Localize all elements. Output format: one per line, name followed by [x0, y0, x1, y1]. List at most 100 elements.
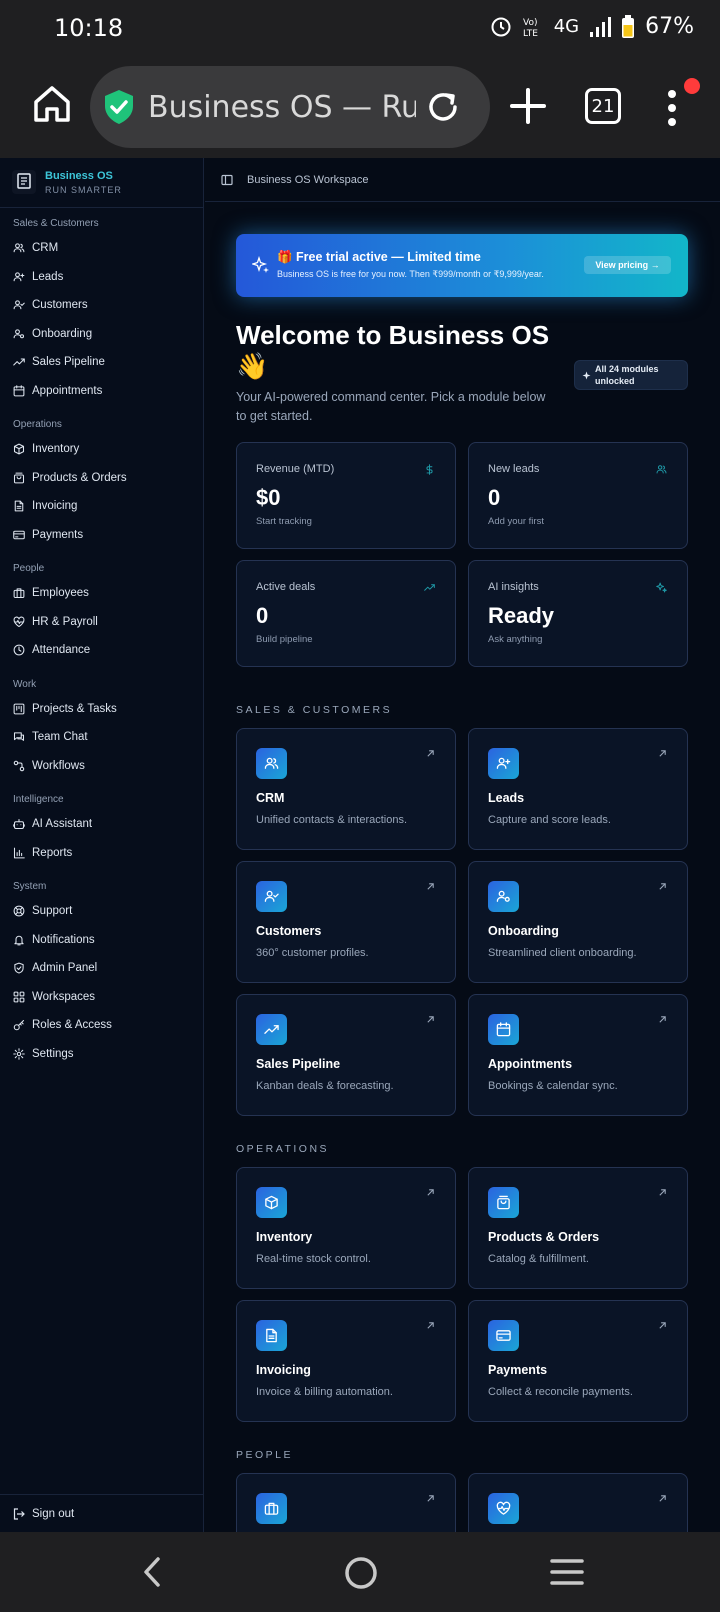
sidebar-item-label: Attendance [32, 644, 91, 657]
sidebar-section-title: People [13, 563, 45, 574]
home-circle-icon[interactable] [344, 1556, 378, 1590]
trial-banner: 🎁 Free trial active — Limited time Busin… [236, 234, 688, 297]
module-title: Appointments [488, 1057, 573, 1071]
module-card-people-0[interactable] [236, 1473, 456, 1532]
sidebar-item-crm[interactable]: CRM [0, 234, 203, 263]
workspace-topbar: Business OS Workspace [205, 158, 720, 202]
hotspot-icon [491, 17, 511, 36]
arrow-up-right-icon [427, 1322, 434, 1329]
sidebar-item-team-chat[interactable]: Team Chat [0, 723, 203, 752]
view-pricing-button[interactable]: View pricing → [584, 256, 671, 274]
page-title-in-url: Business OS — Ru… [148, 89, 416, 125]
sidebar-item-products-and-orders[interactable]: Products & Orders [0, 464, 203, 493]
module-card-invoicing[interactable]: Invoicing Invoice & billing automation. [236, 1300, 456, 1422]
sidebar-item-attendance[interactable]: Attendance [0, 636, 203, 665]
sidebar-item-invoicing[interactable]: Invoicing [0, 492, 203, 521]
sidebar-item-admin-panel[interactable]: Admin Panel [0, 954, 203, 983]
sidebar-item-label: Inventory [32, 443, 80, 456]
module-icon-tile [488, 748, 519, 779]
more-menu-icon[interactable] [664, 86, 680, 130]
module-card-customers[interactable]: Customers 360° customer profiles. [236, 861, 456, 983]
sidebar-item-label: Workspaces [32, 990, 96, 1003]
page-subtitle: Your AI-powered command center. Pick a m… [236, 390, 546, 423]
stat-hint: Ask anything [488, 634, 543, 645]
volte-icon: Vo)LTE [523, 18, 538, 39]
stat-hint: Add your first [488, 516, 544, 527]
sidebar-item-projects-and-tasks[interactable]: Projects & Tasks [0, 695, 203, 724]
sidebar-item-label: Customers [32, 299, 88, 312]
module-title: Products & Orders [488, 1230, 600, 1244]
sidebar-item-customers[interactable]: Customers [0, 291, 203, 320]
sidebar-item-workflows[interactable]: Workflows [0, 752, 203, 781]
module-card-products-and-orders[interactable]: Products & Orders Catalog & fulfillment. [468, 1167, 688, 1289]
sidebar-item-hr-and-payroll[interactable]: HR & Payroll [0, 608, 203, 637]
sidebar-item-workspaces[interactable]: Workspaces [0, 983, 203, 1012]
sidebar-item-label: Leads [32, 270, 64, 283]
module-description: Real-time stock control. [256, 1253, 371, 1265]
module-card-people-1[interactable] [468, 1473, 688, 1532]
sidebar-item-appointments[interactable]: Appointments [0, 377, 203, 406]
shield-icon [14, 962, 24, 974]
module-card-inventory[interactable]: Inventory Real-time stock control. [236, 1167, 456, 1289]
brand[interactable]: Business OS RUN SMARTER [0, 158, 203, 208]
sidebar-item-reports[interactable]: Reports [0, 839, 203, 868]
module-icon-tile [488, 1014, 519, 1045]
module-card-crm[interactable]: CRM Unified contacts & interactions. [236, 728, 456, 850]
sidebar-item-label: Admin Panel [32, 962, 98, 975]
tab-switcher-button[interactable]: 21 [585, 88, 621, 124]
arrow-up-right-icon [659, 1016, 666, 1023]
home-icon[interactable] [30, 82, 74, 126]
module-card-appointments[interactable]: Appointments Bookings & calendar sync. [468, 994, 688, 1116]
grid-icon [13, 991, 25, 1003]
module-icon-tile [256, 1320, 287, 1351]
recents-icon[interactable] [550, 1558, 584, 1586]
module-description: Invoice & billing automation. [256, 1386, 393, 1398]
briefcase-icon [13, 588, 25, 599]
sidebar-item-label: HR & Payroll [32, 615, 98, 628]
sign-out-button[interactable]: Sign out [0, 1494, 204, 1532]
sidebar-item-label: Payments [32, 528, 84, 541]
sidebar-item-notifications[interactable]: Notifications [0, 926, 203, 955]
sidebar-toggle-icon[interactable] [221, 174, 233, 186]
sidebar-item-roles-and-access[interactable]: Roles & Access [0, 1011, 203, 1040]
status-icons: Vo) LTE 4G 67% [490, 14, 694, 39]
stat-card-active-deals[interactable]: Active deals 0 Build pipeline [236, 560, 456, 667]
reload-icon[interactable] [424, 88, 462, 126]
main-content: Business OS Workspace 🎁 Free trial activ… [205, 158, 720, 1532]
stat-hint: Start tracking [256, 516, 312, 527]
sidebar-item-inventory[interactable]: Inventory [0, 435, 203, 464]
sidebar-item-label: AI Assistant [32, 818, 93, 831]
sidebar-item-employees[interactable]: Employees [0, 579, 203, 608]
module-icon-tile [488, 1320, 519, 1351]
file-icon [14, 500, 24, 512]
module-description: Streamlined client onboarding. [488, 947, 637, 959]
sidebar-item-support[interactable]: Support [0, 897, 203, 926]
address-bar[interactable]: Business OS — Ru… [90, 66, 490, 148]
new-tab-icon[interactable] [508, 86, 548, 126]
sidebar-item-sales-pipeline[interactable]: Sales Pipeline [0, 348, 203, 377]
back-icon[interactable] [140, 1556, 164, 1588]
sidebar-item-label: Roles & Access [32, 1019, 112, 1032]
stat-card-new-leads[interactable]: New leads 0 Add your first [468, 442, 688, 549]
modules-unlocked-badge: All 24 modules unlocked [574, 360, 688, 390]
sidebar-item-onboarding[interactable]: Onboarding [0, 320, 203, 349]
arrow-up-right-icon [427, 750, 434, 757]
module-card-sales-pipeline[interactable]: Sales Pipeline Kanban deals & forecasting… [236, 994, 456, 1116]
sparkles-icon [252, 256, 269, 273]
stat-card-revenue-mtd[interactable]: Revenue (MTD) $0 Start tracking [236, 442, 456, 549]
sidebar-item-payments[interactable]: Payments [0, 521, 203, 550]
modules-unlocked-label: All 24 modules unlocked [595, 364, 659, 386]
stat-card-ai-insights[interactable]: AI insights Ready Ask anything [468, 560, 688, 667]
brand-tagline: RUN SMARTER [45, 185, 122, 195]
sidebar-item-leads[interactable]: Leads [0, 263, 203, 292]
module-card-leads[interactable]: Leads Capture and score leads. [468, 728, 688, 850]
module-card-payments[interactable]: Payments Collect & reconcile payments. [468, 1300, 688, 1422]
module-card-onboarding[interactable]: Onboarding Streamlined client onboarding. [468, 861, 688, 983]
sidebar-item-label: Products & Orders [32, 471, 127, 484]
notification-dot [684, 78, 700, 94]
box-icon [265, 1195, 278, 1210]
sidebar-item-settings[interactable]: Settings [0, 1040, 203, 1069]
module-icon-tile [256, 1014, 287, 1045]
sparkles-icon [656, 582, 667, 593]
sidebar-item-ai-assistant[interactable]: AI Assistant [0, 810, 203, 839]
